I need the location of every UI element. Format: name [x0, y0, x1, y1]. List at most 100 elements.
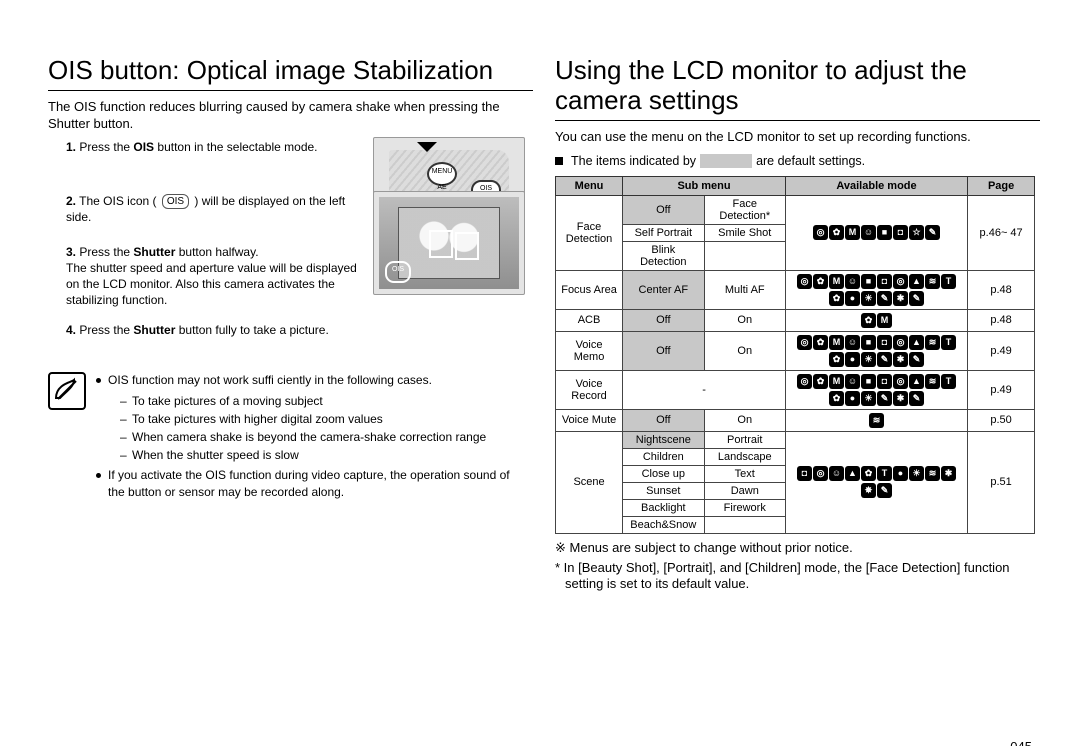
mode-icon: ◎	[893, 335, 908, 350]
mode-icon: ✿	[829, 225, 844, 240]
mode-icon: ■	[861, 274, 876, 289]
ois-icon: OIS	[162, 194, 189, 210]
step-4: 4. Press the Shutter button fully to tak…	[66, 322, 525, 338]
mode-icon: ◘	[877, 335, 892, 350]
sub-default: Off	[623, 331, 704, 370]
sub-item: Face Detection*	[704, 195, 785, 224]
mode-icon: ✱	[893, 352, 908, 367]
mode-icon: T	[941, 335, 956, 350]
sub-default: Off	[623, 195, 704, 224]
table-row: Scene Nightscene Portrait ◘◎☺▲✿T●☀≋✱✸✎ p…	[556, 431, 1035, 448]
mode-icon: T	[941, 274, 956, 289]
sub-item: Blink Detection	[623, 241, 704, 270]
mode-icon: ☀	[909, 466, 924, 481]
note-sub-4: When the shutter speed is slow	[120, 447, 525, 463]
note-icon	[48, 372, 86, 410]
sub-item-empty	[704, 516, 785, 533]
heading-lcd: Using the LCD monitor to adjust the came…	[555, 56, 1040, 121]
note-sub-3: When camera shake is beyond the camera-s…	[120, 429, 525, 445]
mode-icon: M	[829, 335, 844, 350]
sub-default: Center AF	[623, 270, 704, 309]
footnote-1: ※ Menus are subject to change without pr…	[555, 540, 1040, 557]
mode-icon: ☺	[829, 466, 844, 481]
mode-icon: ✎	[909, 291, 924, 306]
table-row: ACB Off On ✿M p.48	[556, 309, 1035, 331]
menu-acb: ACB	[556, 309, 623, 331]
mode-icon: ✿	[813, 335, 828, 350]
mode-icons: ◘◎☺▲✿T●☀≋✱✸✎	[785, 431, 967, 533]
default-swatch-icon	[700, 154, 752, 168]
mode-icon: M	[829, 274, 844, 289]
sub-item: On	[704, 409, 785, 431]
mode-icon: ✎	[877, 391, 892, 406]
mode-icon: ☺	[845, 274, 860, 289]
mode-icon: ✱	[893, 391, 908, 406]
mode-icons: ◎✿M☺■◘◎▲≋T✿●☀✎✱✎	[785, 331, 967, 370]
mode-icon: ≋	[925, 335, 940, 350]
note-sub-1: To take pictures of a moving subject	[120, 393, 525, 409]
menu-scene: Scene	[556, 431, 623, 533]
mode-icon: ▲	[909, 274, 924, 289]
sub-item: Firework	[704, 499, 785, 516]
mode-icons: ◎✿M☺■◘◎▲≋T✿●☀✎✱✎	[785, 370, 967, 409]
mode-icon: ✎	[909, 391, 924, 406]
mode-icon: ≋	[869, 413, 884, 428]
press-arrow-icon	[417, 142, 437, 152]
page-ref: p.48	[968, 270, 1035, 309]
mode-icon: ◎	[893, 374, 908, 389]
ois-steps-list: 1. Press the OIS button in the selectabl…	[48, 139, 533, 339]
mode-icon: ☺	[845, 374, 860, 389]
mode-icon: ■	[861, 374, 876, 389]
mode-icons: ◎✿M☺■◘◎▲≋T✿●☀✎✱✎	[785, 270, 967, 309]
mode-icon: ☀	[861, 291, 876, 306]
table-row: Voice Record - ◎✿M☺■◘◎▲≋T✿●☀✎✱✎ p.49	[556, 370, 1035, 409]
mode-icon: ◘	[877, 374, 892, 389]
intro-lcd: You can use the menu on the LCD monitor …	[555, 129, 1040, 146]
sub-item: Beach&Snow	[623, 516, 704, 533]
sub-default: Off	[623, 409, 704, 431]
mode-icon: ✎	[877, 352, 892, 367]
page-ref: p.49	[968, 370, 1035, 409]
sub-item: Children	[623, 448, 704, 465]
sub-item: Text	[704, 465, 785, 482]
sub-item: Backlight	[623, 499, 704, 516]
mode-icon: ◎	[813, 466, 828, 481]
sub-item: Multi AF	[704, 270, 785, 309]
table-row: Voice Mute Off On ≋ p.50	[556, 409, 1035, 431]
mode-icon: ✿	[829, 291, 844, 306]
step-3-extra: The shutter speed and aperture value wil…	[66, 261, 357, 307]
mode-icon: M	[829, 374, 844, 389]
table-row: Focus Area Center AF Multi AF ◎✿M☺■◘◎▲≋T…	[556, 270, 1035, 309]
mode-icon: ≋	[925, 374, 940, 389]
step-3: 3. Press the Shutter button halfway. The…	[66, 244, 525, 309]
sub-item: Portrait	[704, 431, 785, 448]
default-settings-legend: The items indicated by are default setti…	[555, 154, 1040, 168]
note-sub-2: To take pictures with higher digital zoo…	[120, 411, 525, 427]
mode-icon: ✱	[941, 466, 956, 481]
sub-item: -	[623, 370, 786, 409]
step-1-num: 1.	[66, 140, 76, 154]
mode-icons: ≋	[785, 409, 967, 431]
sub-item: On	[704, 331, 785, 370]
sub-item: Smile Shot	[704, 224, 785, 241]
th-menu: Menu	[556, 176, 623, 195]
step-3-num: 3.	[66, 245, 76, 259]
mode-icon: ●	[845, 291, 860, 306]
footnotes: ※ Menus are subject to change without pr…	[555, 540, 1040, 594]
step-1: 1. Press the OIS button in the selectabl…	[66, 139, 525, 155]
mode-icon: ✸	[861, 483, 876, 498]
mode-icon: ☺	[861, 225, 876, 240]
th-page: Page	[968, 176, 1035, 195]
mode-icon: ✎	[877, 483, 892, 498]
page-ref: p.50	[968, 409, 1035, 431]
note-item-1: OIS function may not work suffi ciently …	[96, 372, 525, 463]
mode-icon: M	[845, 225, 860, 240]
intro-ois: The OIS function reduces blurring caused…	[48, 99, 533, 133]
mode-icon: ◘	[797, 466, 812, 481]
mode-icon: ☀	[861, 352, 876, 367]
mode-icons: ✿M	[785, 309, 967, 331]
mode-icon: ✎	[877, 291, 892, 306]
menu-voice-record: Voice Record	[556, 370, 623, 409]
mode-icon: ✱	[893, 291, 908, 306]
step-4-num: 4.	[66, 323, 76, 337]
